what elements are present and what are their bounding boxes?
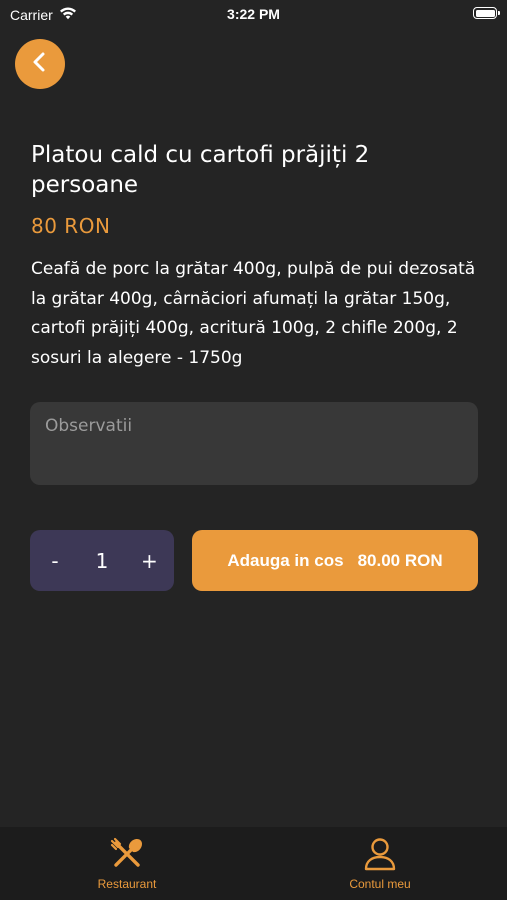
quantity-value: 1	[95, 548, 109, 573]
product-price: 80 RON	[31, 214, 111, 238]
battery-icon	[473, 7, 500, 19]
notes-field[interactable]	[30, 402, 478, 485]
quantity-stepper: - 1 +	[30, 530, 174, 591]
fork-knife-icon	[109, 836, 145, 872]
status-time: 3:22 PM	[227, 6, 280, 22]
add-to-cart-button[interactable]: Adauga in cos 80.00 RON	[192, 530, 478, 591]
product-title: Platou cald cu cartofi prăjiți 2 persoan…	[31, 142, 370, 198]
tab-account-label: Contul meu	[349, 877, 411, 891]
tab-restaurant[interactable]: Restaurant	[47, 827, 207, 900]
add-to-cart-total: 80.00 RON	[357, 550, 443, 570]
user-icon	[363, 836, 397, 872]
tab-bar: Restaurant Contul meu	[0, 827, 507, 900]
tab-restaurant-label: Restaurant	[97, 877, 157, 891]
increment-button[interactable]: +	[141, 549, 158, 573]
back-button[interactable]	[15, 39, 65, 89]
decrement-button[interactable]: -	[47, 549, 63, 573]
add-to-cart-label: Adauga in cos	[227, 550, 344, 570]
product-description: Ceafă de porc la grătar 400g, pulpă de p…	[31, 259, 476, 368]
tab-account[interactable]: Contul meu	[300, 827, 460, 900]
status-bar: Carrier 3:22 PM	[0, 0, 507, 28]
chevron-left-icon	[30, 51, 50, 77]
